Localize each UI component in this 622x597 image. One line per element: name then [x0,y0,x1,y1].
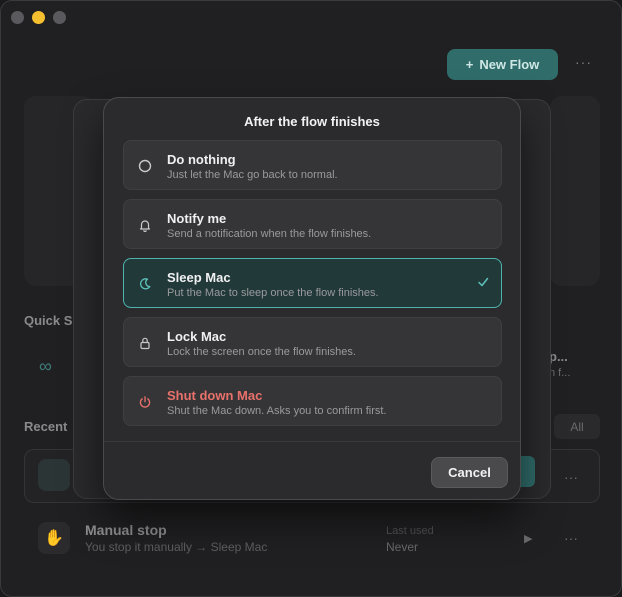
quick-item-desc-peek: n f... [549,367,571,379]
new-flow-button[interactable]: + New Flow [447,49,558,80]
option-description: Lock the screen once the flow finishes. [167,346,356,358]
filter-all-button[interactable]: All [554,414,600,439]
moon-icon [137,276,153,292]
hand-icon: ✋ [38,522,70,554]
cancel-button[interactable]: Cancel [431,457,508,488]
quick-item-peek: p... [549,349,568,364]
flow-card-right [550,96,600,286]
option-shut-down-mac[interactable]: Shut down Mac Shut the Mac down. Asks yo… [123,376,502,426]
flow-subtitle: You stop it manually → Sleep Mac [85,540,268,554]
power-icon [137,394,153,410]
option-title: Do nothing [167,152,236,167]
option-notify-me[interactable]: Notify me Send a notification when the f… [123,199,502,249]
option-sleep-mac[interactable]: Sleep Mac Put the Mac to sleep once the … [123,258,502,308]
minimize-window-button[interactable] [32,11,45,24]
bell-icon [137,217,153,233]
close-window-button[interactable] [11,11,24,24]
after-flow-dialog: After the flow finishes Do nothing Just … [103,97,521,500]
app-window: + New Flow ··· K u Yo th A Quick S ∞ p..… [0,0,622,597]
option-title: Sleep Mac [167,270,231,285]
option-description: Shut the Mac down. Asks you to confirm f… [167,405,387,417]
more-options-button[interactable]: ··· [575,54,592,70]
option-lock-mac[interactable]: Lock Mac Lock the screen once the flow f… [123,317,502,367]
option-title: Lock Mac [167,329,227,344]
window-controls [11,11,66,24]
option-description: Just let the Mac go back to normal. [167,169,338,181]
plus-icon: + [465,57,474,72]
last-used-label: Last used [386,525,434,537]
play-button[interactable]: ▶ [524,532,532,545]
last-used-value: Never [386,540,419,554]
option-description: Send a notification when the flow finish… [167,228,372,240]
option-title: Shut down Mac [167,388,263,403]
dialog-title: After the flow finishes [244,114,380,129]
lock-icon [137,335,153,351]
quick-section-label: Quick S [24,313,73,328]
row-more-button[interactable]: ··· [564,530,578,546]
circle-icon [137,158,153,174]
zoom-window-button[interactable] [53,11,66,24]
save-button-peek[interactable] [520,456,535,487]
option-title: Notify me [167,211,227,226]
option-do-nothing[interactable]: Do nothing Just let the Mac go back to n… [123,140,502,190]
row-more-button[interactable]: ··· [564,469,578,485]
option-description: Put the Mac to sleep once the flow finis… [167,287,379,299]
checkmark-icon [477,275,489,293]
flow-title: Manual stop [85,522,167,538]
infinity-icon: ∞ [39,356,52,376]
dialog-divider [104,441,520,442]
recent-section-label: Recent [24,419,68,434]
timer-icon [38,459,70,491]
